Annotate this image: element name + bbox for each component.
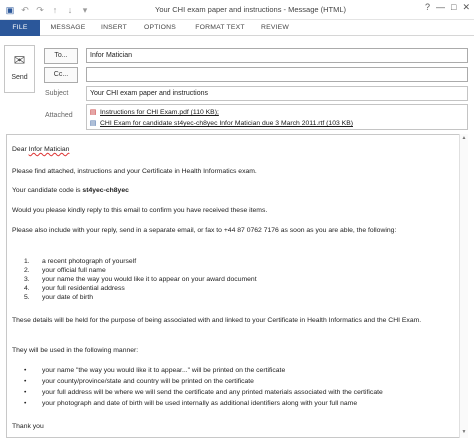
save-icon[interactable]: ▣ bbox=[4, 4, 16, 16]
list-item: 5. your date of birth bbox=[24, 293, 93, 302]
list-text: your name the way you would like it to a… bbox=[42, 276, 257, 283]
list-number: 2. bbox=[24, 267, 30, 274]
greeting-prefix: Dear bbox=[12, 146, 29, 153]
tab-insert[interactable]: INSERT bbox=[96, 20, 132, 36]
tab-file[interactable]: FILE bbox=[0, 20, 40, 36]
undo-icon[interactable]: ↶ bbox=[19, 4, 31, 16]
send-envelope-icon: ✉ bbox=[13, 52, 26, 68]
cc-button[interactable]: Cc... bbox=[44, 67, 78, 83]
bullet-icon: • bbox=[24, 367, 27, 374]
bullet-item: • your name "the way you would like it to… bbox=[24, 366, 285, 375]
scroll-up-icon[interactable]: ▲ bbox=[460, 135, 468, 143]
title-bar: ▣ ↶ ↷ ↑ ↓ ▾ Your CHI exam paper and inst… bbox=[0, 0, 474, 20]
scroll-down-icon[interactable]: ▼ bbox=[460, 429, 468, 437]
list-number: 1. bbox=[24, 258, 30, 265]
bullet-text: your full address will be where we will … bbox=[42, 389, 383, 396]
list-number: 3. bbox=[24, 276, 30, 283]
send-label: Send bbox=[11, 74, 28, 81]
up-arrow-icon[interactable]: ↑ bbox=[49, 4, 61, 16]
list-number: 5. bbox=[24, 294, 30, 301]
to-field[interactable]: Infor Matician bbox=[86, 48, 468, 63]
attachment-name: CHI Exam for candidate st4yec-ch8yec Inf… bbox=[100, 120, 353, 127]
list-item: 2. your official full name bbox=[24, 266, 106, 275]
list-text: your date of birth bbox=[42, 294, 94, 301]
maximize-button[interactable]: □ bbox=[451, 2, 456, 13]
attached-label: Attached bbox=[45, 112, 73, 119]
attachment-pdf[interactable]: ▤ Instructions for CHI Exam.pdf (110 KB)… bbox=[89, 107, 219, 118]
attachment-rtf[interactable]: ▤ CHI Exam for candidate st4yec-ch8yec I… bbox=[89, 118, 353, 129]
body-scrollbar[interactable]: ▲ ▼ bbox=[459, 134, 468, 438]
list-item: 3. your name the way you would like it to… bbox=[24, 275, 257, 284]
down-arrow-icon[interactable]: ↓ bbox=[64, 4, 76, 16]
paragraph-reply: Would you please kindly reply to this em… bbox=[12, 207, 268, 214]
to-button[interactable]: To... bbox=[44, 48, 78, 64]
attachment-name: Instructions for CHI Exam.pdf (110 KB); bbox=[100, 109, 219, 116]
ribbon-tabs: FILE MESSAGE INSERT OPTIONS FORMAT TEXT … bbox=[0, 20, 474, 36]
candidate-code-line: Your candidate code is st4yec-ch8yec bbox=[12, 186, 129, 195]
paragraph-details: These details will be held for the purpo… bbox=[12, 317, 422, 324]
list-number: 4. bbox=[24, 285, 30, 292]
subject-label: Subject bbox=[45, 90, 69, 97]
pdf-file-icon: ▤ bbox=[89, 109, 97, 116]
help-button[interactable]: ? bbox=[425, 2, 430, 13]
bullet-icon: • bbox=[24, 378, 27, 385]
message-body[interactable]: Dear Infor Matician Please find attached… bbox=[6, 134, 468, 438]
attachments-box: ▤ Instructions for CHI Exam.pdf (110 KB)… bbox=[86, 104, 468, 130]
quick-access-toolbar: ▣ ↶ ↷ ↑ ↓ ▾ bbox=[4, 3, 91, 17]
window-controls: ? — □ ✕ bbox=[425, 2, 470, 13]
send-button[interactable]: ✉ Send bbox=[4, 45, 35, 93]
window-title: Your CHI exam paper and instructions - M… bbox=[155, 5, 347, 14]
tab-message[interactable]: MESSAGE bbox=[46, 20, 90, 36]
minimize-button[interactable]: — bbox=[436, 2, 445, 13]
tab-format-text[interactable]: FORMAT TEXT bbox=[190, 20, 250, 36]
bullet-item: • your photograph and date of birth will … bbox=[24, 399, 357, 408]
list-item: 4. your full residential address bbox=[24, 284, 125, 293]
bullet-item: • your full address will be where we will… bbox=[24, 388, 383, 397]
list-text: your full residential address bbox=[42, 285, 125, 292]
subject-field[interactable]: Your CHI exam paper and instructions bbox=[86, 86, 468, 101]
bullet-icon: • bbox=[24, 389, 27, 396]
customize-icon[interactable]: ▾ bbox=[79, 4, 91, 16]
list-item: 1. a recent photograph of yourself bbox=[24, 257, 136, 266]
tab-options[interactable]: OPTIONS bbox=[138, 20, 182, 36]
cc-field[interactable] bbox=[86, 67, 468, 82]
recipient-name: Infor Matician bbox=[28, 146, 70, 153]
bullet-text: your name "the way you would like it to … bbox=[42, 367, 286, 374]
paragraph-include: Please also include with your reply, sen… bbox=[12, 227, 397, 234]
bullet-icon: • bbox=[24, 400, 27, 407]
paragraph-usage: They will be used in the following manne… bbox=[12, 347, 139, 354]
greeting: Dear Infor Matician bbox=[12, 145, 69, 154]
bullet-text: your county/province/state and country w… bbox=[42, 378, 254, 385]
rtf-file-icon: ▤ bbox=[89, 120, 97, 127]
code-prefix: Your candidate code is bbox=[12, 187, 83, 194]
redo-icon[interactable]: ↷ bbox=[34, 4, 46, 16]
list-text: your official full name bbox=[42, 267, 106, 274]
close-button[interactable]: ✕ bbox=[462, 2, 470, 13]
candidate-code: st4yec-ch8yec bbox=[82, 187, 129, 194]
paragraph-intro: Please find attached, instructions and y… bbox=[12, 168, 257, 175]
closing: Thank you bbox=[12, 423, 44, 430]
bullet-text: your photograph and date of birth will b… bbox=[42, 400, 358, 407]
tab-review[interactable]: REVIEW bbox=[256, 20, 294, 36]
bullet-item: • your county/province/state and country … bbox=[24, 377, 254, 386]
list-text: a recent photograph of yourself bbox=[42, 258, 137, 265]
